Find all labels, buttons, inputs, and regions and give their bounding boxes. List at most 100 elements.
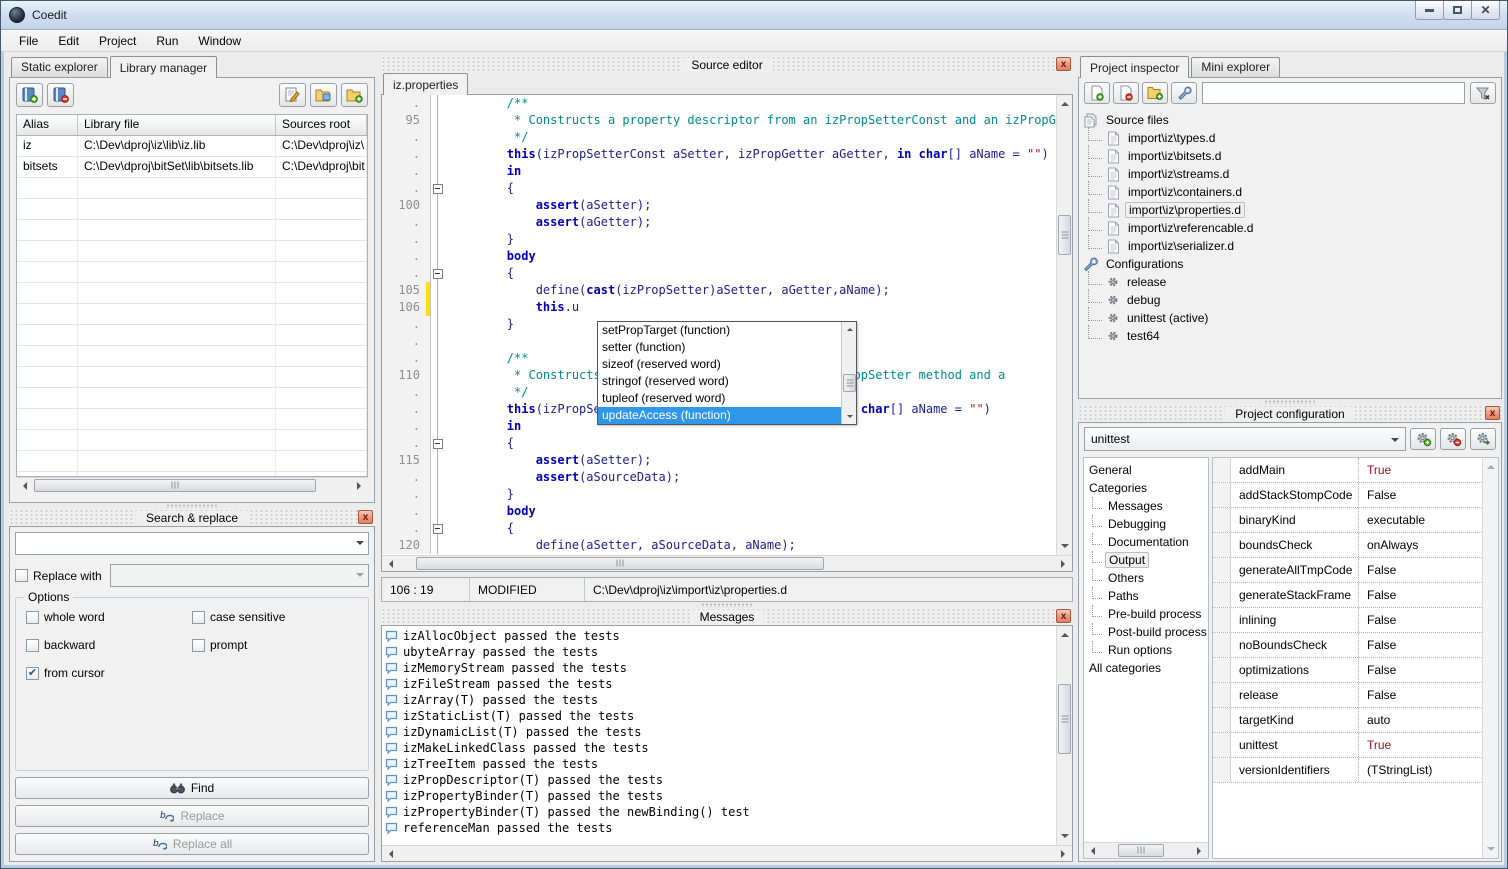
scroll-left-icon[interactable] (382, 556, 398, 572)
menu-item-edit[interactable]: Edit (48, 31, 89, 51)
menu-item-run[interactable]: Run (146, 31, 188, 51)
checkbox-from-cursor[interactable]: ✔from cursor (26, 666, 192, 680)
scroll-left-icon[interactable] (1084, 843, 1100, 859)
message-item[interactable]: izMemoryStream passed the tests (385, 660, 1056, 676)
property-value[interactable]: False (1359, 633, 1482, 657)
editor-vscrollbar[interactable] (1056, 95, 1072, 555)
add-source-button[interactable] (1084, 82, 1110, 104)
edit-library-button[interactable] (279, 83, 306, 107)
scroll-left-icon[interactable] (382, 846, 398, 862)
fold-gutter[interactable] (431, 265, 444, 282)
completion-item[interactable]: sizeof (reserved word) (598, 356, 841, 373)
messages-hscrollbar[interactable] (382, 845, 1072, 861)
messages-vscrollbar[interactable] (1056, 626, 1072, 845)
message-item[interactable]: izPropertyBinder(T) passed the tests (385, 788, 1056, 804)
property-row[interactable]: inliningFalse (1213, 608, 1482, 633)
tree-item-unittest-active-[interactable]: unittest (active) (1083, 309, 1497, 327)
property-value[interactable]: True (1359, 733, 1482, 757)
clear-filter-button[interactable] (1470, 82, 1496, 104)
scroll-down-icon[interactable] (842, 410, 858, 424)
category-categories[interactable]: Categories (1086, 479, 1206, 497)
checkbox-case-sensitive[interactable]: case sensitive (192, 610, 358, 624)
property-row[interactable]: generateAllTmpCodeFalse (1213, 558, 1482, 583)
library-table[interactable]: AliasLibrary fileSources root izC:\Dev\d… (16, 114, 368, 477)
tree-item-source-files[interactable]: Source files (1083, 111, 1497, 129)
replace-button[interactable]: bReplace (15, 805, 369, 827)
scroll-left-icon[interactable] (16, 478, 32, 494)
scroll-up-icon[interactable] (842, 322, 858, 336)
tree-item-import-iz-properties-d[interactable]: import\iz\properties.d (1083, 201, 1497, 219)
completion-item[interactable]: tupleof (reserved word) (598, 390, 841, 407)
property-row[interactable]: noBoundsCheckFalse (1213, 633, 1482, 658)
message-item[interactable]: izArray(T) passed the tests (385, 692, 1056, 708)
completion-item[interactable]: setPropTarget (function) (598, 322, 841, 339)
completion-item[interactable]: stringof (reserved word) (598, 373, 841, 390)
property-value[interactable]: (TStringList) (1359, 758, 1482, 782)
fold-gutter[interactable] (431, 520, 444, 537)
message-item[interactable]: izMakeLinkedClass passed the tests (385, 740, 1056, 756)
messages-list[interactable]: izAllocObject passed the testsubyteArray… (382, 626, 1056, 845)
remove-library-button[interactable] (47, 83, 74, 107)
completion-item[interactable]: setter (function) (598, 339, 841, 356)
search-replace-close-button[interactable]: x (358, 510, 373, 524)
message-item[interactable]: izPropertyBinder(T) passed the newBindin… (385, 804, 1056, 820)
scroll-down-icon[interactable] (1483, 842, 1499, 858)
tree-item-import-iz-bitsets-d[interactable]: import\iz\bitsets.d (1083, 147, 1497, 165)
column-header-alias[interactable]: Alias (17, 115, 78, 135)
remove-configuration-button[interactable] (1440, 428, 1466, 450)
category-pre-build-process[interactable]: Pre-build process (1086, 605, 1206, 623)
project-inspector-tree[interactable]: Source filesimport\iz\types.dimport\iz\b… (1079, 108, 1501, 348)
tree-item-import-iz-streams-d[interactable]: import\iz\streams.d (1083, 165, 1497, 183)
checkbox-prompt[interactable]: prompt (192, 638, 358, 652)
message-item[interactable]: ubyteArray passed the tests (385, 644, 1056, 660)
configuration-select[interactable]: unittest (1084, 427, 1406, 451)
library-table-header[interactable]: AliasLibrary fileSources root (17, 115, 367, 136)
property-row[interactable]: generateStackFrameFalse (1213, 583, 1482, 608)
tree-item-configurations[interactable]: Configurations (1083, 255, 1497, 273)
tab-iz-properties[interactable]: iz.properties (383, 73, 468, 95)
scroll-down-icon[interactable] (1057, 829, 1072, 845)
remove-source-button[interactable] (1113, 82, 1139, 104)
property-value[interactable]: False (1359, 608, 1482, 632)
scroll-right-icon[interactable] (1192, 843, 1208, 859)
message-item[interactable]: izFileStream passed the tests (385, 676, 1056, 692)
editor-hscrollbar[interactable] (382, 555, 1072, 571)
checkbox-whole-word[interactable]: whole word (26, 610, 192, 624)
messages-close-button[interactable]: x (1056, 609, 1071, 623)
message-item[interactable]: izStaticList(T) passed the tests (385, 708, 1056, 724)
property-row[interactable]: releaseFalse (1213, 683, 1482, 708)
replace-input[interactable] (110, 564, 369, 587)
property-value[interactable]: False (1359, 583, 1482, 607)
message-item[interactable]: izAllocObject passed the tests (385, 628, 1056, 644)
tree-item-debug[interactable]: debug (1083, 291, 1497, 309)
scroll-down-icon[interactable] (1057, 539, 1072, 555)
clone-configuration-button[interactable] (1470, 428, 1496, 450)
source-editor-close-button[interactable]: x (1056, 57, 1071, 71)
category-run-options[interactable]: Run options (1086, 641, 1206, 659)
property-value[interactable]: False (1359, 483, 1482, 507)
category-others[interactable]: Others (1086, 569, 1206, 587)
completion-item[interactable]: updateAccess (function) (598, 407, 841, 424)
property-row[interactable]: binaryKindexecutable (1213, 508, 1482, 533)
scroll-right-icon[interactable] (352, 478, 368, 494)
add-library-folder-button[interactable] (341, 83, 368, 107)
category-documentation[interactable]: Documentation (1086, 533, 1206, 551)
scroll-right-icon[interactable] (1056, 556, 1072, 572)
table-row[interactable]: izC:\Dev\dproj\iz\lib\iz.libC:\Dev\dproj… (17, 136, 367, 157)
tab-project-inspector[interactable]: Project inspector (1080, 56, 1189, 78)
property-value[interactable]: False (1359, 683, 1482, 707)
chevron-down-icon[interactable] (356, 541, 364, 549)
property-value[interactable]: onAlways (1359, 533, 1482, 557)
inspector-filter-input[interactable] (1202, 82, 1465, 104)
menu-item-file[interactable]: File (9, 31, 48, 51)
property-row[interactable]: unittestTrue (1213, 733, 1482, 758)
table-row[interactable]: bitsetsC:\Dev\dproj\bitSet\lib\bitsets.l… (17, 157, 367, 178)
tab-library-manager[interactable]: Library manager (110, 56, 217, 78)
scroll-up-icon[interactable] (1057, 95, 1072, 111)
fold-gutter[interactable] (431, 435, 444, 452)
property-row[interactable]: boundsCheckonAlways (1213, 533, 1482, 558)
property-value[interactable]: auto (1359, 708, 1482, 732)
category-debugging[interactable]: Debugging (1086, 515, 1206, 533)
menu-item-project[interactable]: Project (89, 31, 146, 51)
add-folder-button[interactable] (1142, 82, 1168, 104)
